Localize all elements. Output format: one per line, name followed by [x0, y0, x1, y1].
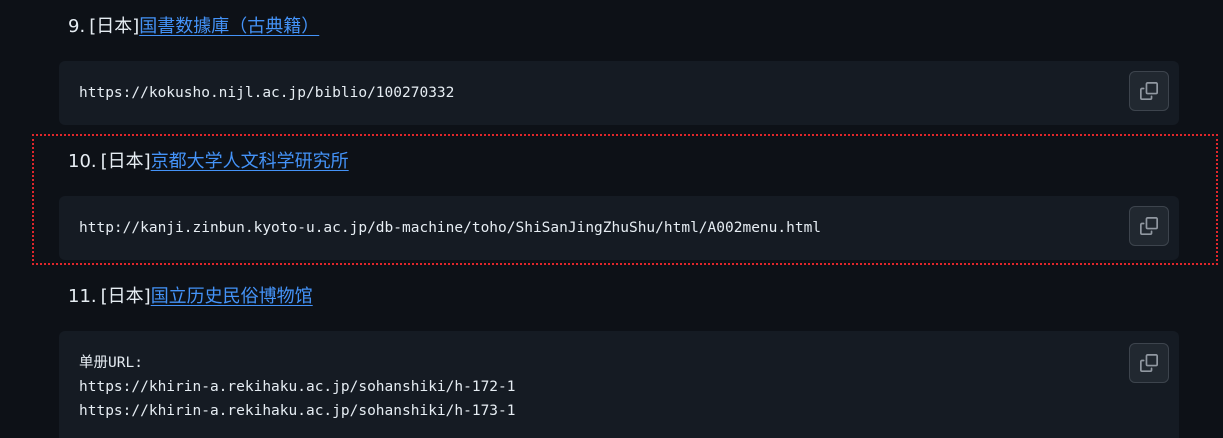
- item-number: 9.: [68, 16, 86, 37]
- item-number: 10.: [68, 151, 97, 172]
- resource-link[interactable]: 京都大学人文科学研究所: [151, 151, 349, 172]
- list-item-heading: 10. [日本]京都大学人文科学研究所: [68, 150, 349, 174]
- resource-link[interactable]: 国書数據庫（古典籍）: [139, 16, 319, 37]
- copy-icon: [1140, 354, 1158, 372]
- code-block: 单册URL: https://khirin-a.rekihaku.ac.jp/s…: [59, 331, 1179, 438]
- code-line: https://khirin-a.rekihaku.ac.jp/sohanshi…: [79, 403, 516, 419]
- code-block: https://kokusho.nijl.ac.jp/biblio/100270…: [59, 61, 1179, 125]
- code-line: 单册URL:: [79, 355, 143, 371]
- copy-icon: [1140, 82, 1158, 100]
- item-prefix: [日本]: [100, 286, 151, 307]
- code-line: http://kanji.zinbun.kyoto-u.ac.jp/db-mac…: [79, 220, 822, 236]
- item-number: 11.: [68, 286, 97, 307]
- copy-button[interactable]: [1129, 343, 1169, 383]
- page: 9. [日本]国書数據庫（古典籍） https://kokusho.nijl.ac…: [0, 0, 1223, 438]
- list-item-heading: 11. [日本]国立历史民俗博物馆: [68, 285, 313, 309]
- copy-icon: [1140, 217, 1158, 235]
- resource-link[interactable]: 国立历史民俗博物馆: [151, 286, 313, 307]
- copy-button[interactable]: [1129, 71, 1169, 111]
- code-line: https://kokusho.nijl.ac.jp/biblio/100270…: [79, 85, 455, 101]
- list-item-heading: 9. [日本]国書数據庫（古典籍）: [68, 15, 319, 39]
- item-prefix: [日本]: [100, 151, 151, 172]
- code-block: http://kanji.zinbun.kyoto-u.ac.jp/db-mac…: [59, 196, 1179, 260]
- item-prefix: [日本]: [89, 16, 140, 37]
- copy-button[interactable]: [1129, 206, 1169, 246]
- code-line: https://khirin-a.rekihaku.ac.jp/sohanshi…: [79, 379, 516, 395]
